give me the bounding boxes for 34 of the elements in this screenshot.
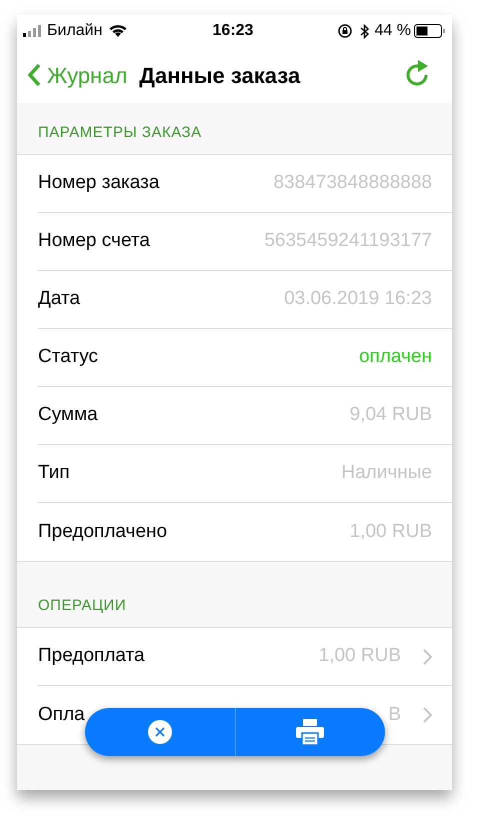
battery-icon — [414, 24, 446, 38]
wifi-icon — [108, 24, 128, 38]
row-value: Наличные — [341, 461, 432, 486]
row-value: 1,00 RUB — [318, 644, 401, 668]
row-value: 9,04 RUB — [350, 403, 432, 428]
section-header: ПАРАМЕТРЫ ЗАКАЗА — [38, 122, 202, 142]
chevron-icon — [423, 707, 432, 723]
row-label: Опла — [38, 702, 85, 727]
chevron-icon — [423, 648, 432, 664]
section-header: ОПЕРАЦИИ — [38, 596, 126, 616]
row-value: 1,00 RUB — [350, 520, 432, 544]
row-label: Тип — [38, 461, 70, 486]
bluetooth-icon — [360, 24, 369, 38]
back-chevron-icon — [27, 63, 41, 87]
row-label: Предоплата — [38, 644, 145, 668]
screen-title: Данные заказа — [139, 62, 300, 90]
row-value: оплачен — [358, 345, 432, 370]
back-button[interactable]: Журнал — [27, 58, 128, 92]
printer-icon — [296, 719, 324, 745]
rotation-lock-icon — [338, 24, 352, 38]
row-value: B — [388, 702, 401, 727]
battery-percent: 44 % — [374, 21, 411, 41]
row-label: Статус — [38, 345, 98, 370]
carrier-name: Билайн — [47, 21, 102, 41]
row-label: Номер счета — [38, 229, 150, 254]
clock-time: 16:23 — [212, 21, 254, 41]
close-icon — [146, 719, 173, 745]
row-value: 838473848888888 — [273, 171, 432, 196]
row-label: Номер заказа — [38, 171, 160, 196]
row-value: 03.06.2019 16:23 — [284, 287, 432, 312]
row-label: Дата — [38, 287, 80, 312]
row-label: Предоплачено — [38, 520, 168, 544]
row-value: 5635459241193177 — [264, 229, 432, 254]
row-label: Сумма — [38, 403, 98, 428]
